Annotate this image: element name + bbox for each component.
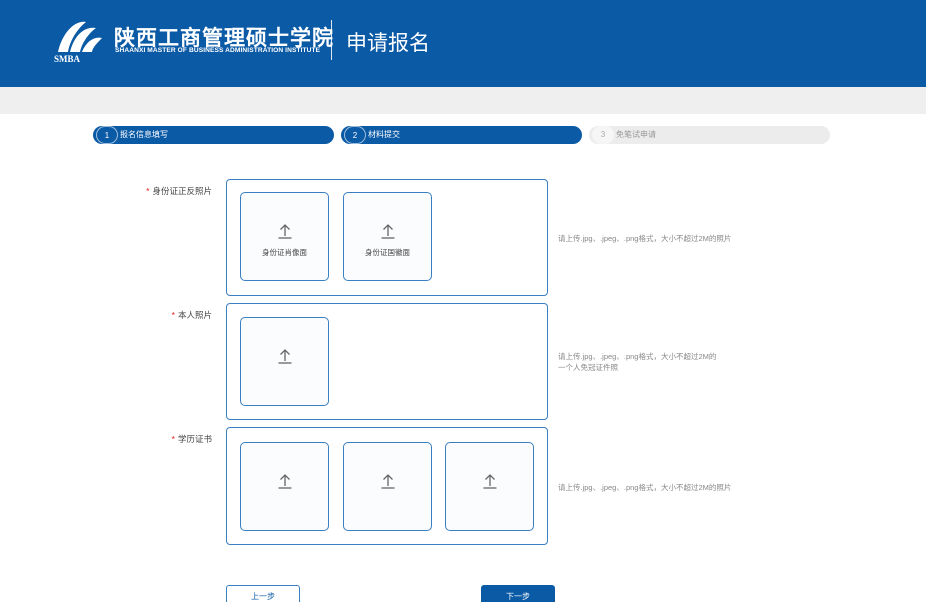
photo-hint-line-1: 请上传.jpg、.jpeg、.png格式，大小不超过2M的 <box>558 352 717 361</box>
step-3: 3 免笔试申请 <box>589 126 830 144</box>
header-divider <box>331 20 332 60</box>
id-card-label: * 身份证正反照片 <box>146 186 212 196</box>
id-card-hint: 请上传.jpg、.jpeg、.png格式，大小不超过2M的照片 <box>558 234 732 243</box>
required-mark: * <box>146 186 150 196</box>
id-card-panel: 身份证肖像面 身份证国徽面 <box>226 179 548 296</box>
org-name-en: SHAANXI MASTER OF BUSINESS ADMINISTRATIO… <box>115 47 321 54</box>
upload-id-front-label: 身份证肖像面 <box>262 248 307 257</box>
logo-text: SMBA <box>54 54 81 64</box>
upload-icon <box>278 224 292 239</box>
upload-icon <box>278 349 292 364</box>
step-1-label: 报名信息填写 <box>120 130 168 139</box>
sub-header-band <box>0 87 926 114</box>
upload-diploma-3[interactable] <box>445 442 534 531</box>
upload-icon <box>483 474 497 489</box>
photo-hint: 请上传.jpg、.jpeg、.png格式，大小不超过2M的 一个人免冠证件照 <box>558 351 716 373</box>
upload-photo[interactable] <box>240 317 329 406</box>
next-step-button[interactable]: 下一步 <box>481 585 555 602</box>
upload-diploma-1[interactable] <box>240 442 329 531</box>
prev-step-button[interactable]: 上一步 <box>226 585 300 602</box>
photo-hint-line-2: 一个人免冠证件照 <box>558 363 618 372</box>
diploma-panel <box>226 427 548 545</box>
upload-icon <box>381 474 395 489</box>
logo-icon: SMBA <box>54 21 102 64</box>
upload-id-back-label: 身份证国徽面 <box>365 248 410 257</box>
diploma-label: * 学历证书 <box>171 434 212 444</box>
upload-icon <box>381 224 395 239</box>
upload-icon <box>278 474 292 489</box>
step-1-number: 1 <box>96 126 118 144</box>
step-2: 2 材料提交 <box>341 126 582 144</box>
step-2-label: 材料提交 <box>368 130 400 139</box>
photo-label: * 本人照片 <box>171 310 212 320</box>
photo-panel <box>226 303 548 420</box>
upload-id-back[interactable]: 身份证国徽面 <box>343 192 432 281</box>
page-title: 申请报名 <box>346 32 430 55</box>
required-mark: * <box>171 310 175 320</box>
step-3-label: 免笔试申请 <box>616 130 656 139</box>
upload-id-front[interactable]: 身份证肖像面 <box>240 192 329 281</box>
header-bar: SMBA 陕西工商管理硕士学院 SHAANXI MASTER OF BUSINE… <box>0 0 926 87</box>
upload-diploma-2[interactable] <box>343 442 432 531</box>
step-3-number: 3 <box>592 126 614 144</box>
step-1: 1 报名信息填写 <box>93 126 334 144</box>
step-2-number: 2 <box>344 126 366 144</box>
required-mark: * <box>171 434 175 444</box>
diploma-hint: 请上传.jpg、.jpeg、.png格式，大小不超过2M的照片 <box>558 483 732 492</box>
